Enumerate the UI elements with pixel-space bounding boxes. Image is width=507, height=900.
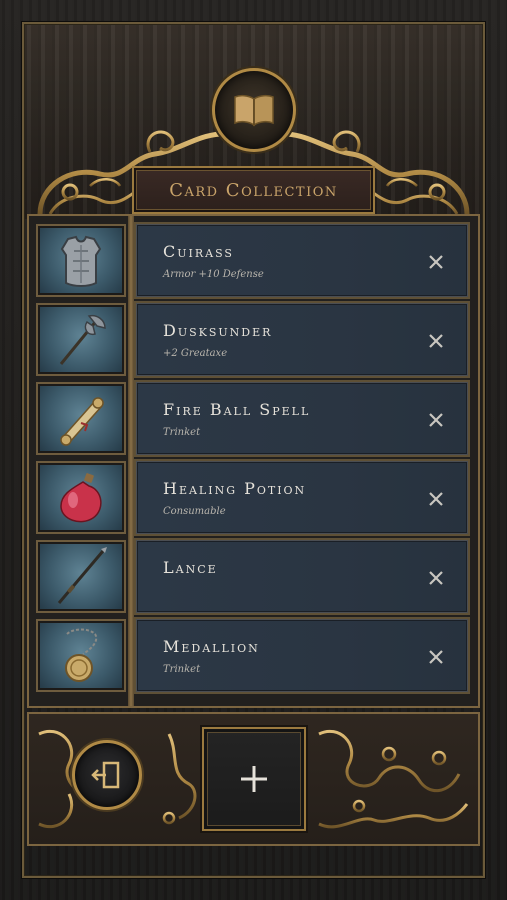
card-thumbnail <box>36 619 126 692</box>
close-icon <box>429 571 443 585</box>
close-icon <box>429 413 443 427</box>
card-item[interactable]: Dusksunder +2 Greataxe <box>136 303 468 376</box>
title-plaque: Card Collection <box>132 166 375 214</box>
card-subtitle: Armor +10 Defense <box>163 269 264 280</box>
card-name: Fire Ball Spell <box>163 400 311 419</box>
card-item[interactable]: Healing Potion Consumable <box>136 461 468 534</box>
card-row-cuirass: Cuirass Armor +10 Defense <box>36 222 471 298</box>
medallion-icon <box>65 628 98 682</box>
add-card-button[interactable] <box>202 727 306 831</box>
card-name: Healing Potion <box>163 479 307 498</box>
exit-button[interactable] <box>72 740 142 810</box>
card-subtitle: Trinket <box>163 664 201 675</box>
potion-icon <box>60 472 102 522</box>
remove-card-button[interactable] <box>425 488 447 510</box>
card-item[interactable]: Fire Ball Spell Trinket <box>136 382 468 455</box>
page-title: Card Collection <box>169 179 338 201</box>
card-item[interactable]: Cuirass Armor +10 Defense <box>136 224 468 297</box>
card-item[interactable]: Lance <box>136 540 468 613</box>
card-thumbnail <box>36 540 126 613</box>
exit-door-icon <box>91 761 120 789</box>
plus-icon <box>241 766 267 792</box>
remove-card-button[interactable] <box>425 567 447 589</box>
card-thumbnail <box>36 224 126 297</box>
card-row-fire-ball-spell: Fire Ball Spell Trinket <box>36 380 471 456</box>
card-item[interactable]: Medallion Trinket <box>136 619 468 692</box>
card-subtitle: +2 Greataxe <box>163 348 228 359</box>
lance-icon <box>57 546 107 604</box>
remove-card-button[interactable] <box>425 251 447 273</box>
open-book-icon <box>234 94 274 127</box>
remove-card-button[interactable] <box>425 330 447 352</box>
card-row-lance: Lance <box>36 538 471 614</box>
scroll-icon <box>60 396 104 446</box>
close-icon <box>429 334 443 348</box>
card-thumbnail <box>36 461 126 534</box>
card-row-healing-potion: Healing Potion Consumable <box>36 459 471 535</box>
card-row-medallion: Medallion Trinket <box>36 617 471 693</box>
book-medallion <box>212 68 296 152</box>
card-row-dusksunder: Dusksunder +2 Greataxe <box>36 301 471 377</box>
remove-card-button[interactable] <box>425 646 447 668</box>
card-thumbnail <box>36 303 126 376</box>
close-icon <box>429 255 443 269</box>
card-name: Medallion <box>163 637 260 656</box>
card-thumbnail <box>36 382 126 455</box>
card-name: Lance <box>163 558 218 577</box>
card-subtitle: Trinket <box>163 427 201 438</box>
remove-card-button[interactable] <box>425 409 447 431</box>
card-subtitle: Consumable <box>163 506 226 517</box>
card-name: Cuirass <box>163 242 234 261</box>
cuirass-icon <box>60 235 102 287</box>
greataxe-icon <box>59 314 106 365</box>
close-icon <box>429 492 443 506</box>
card-name: Dusksunder <box>163 321 273 340</box>
close-icon <box>429 650 443 664</box>
